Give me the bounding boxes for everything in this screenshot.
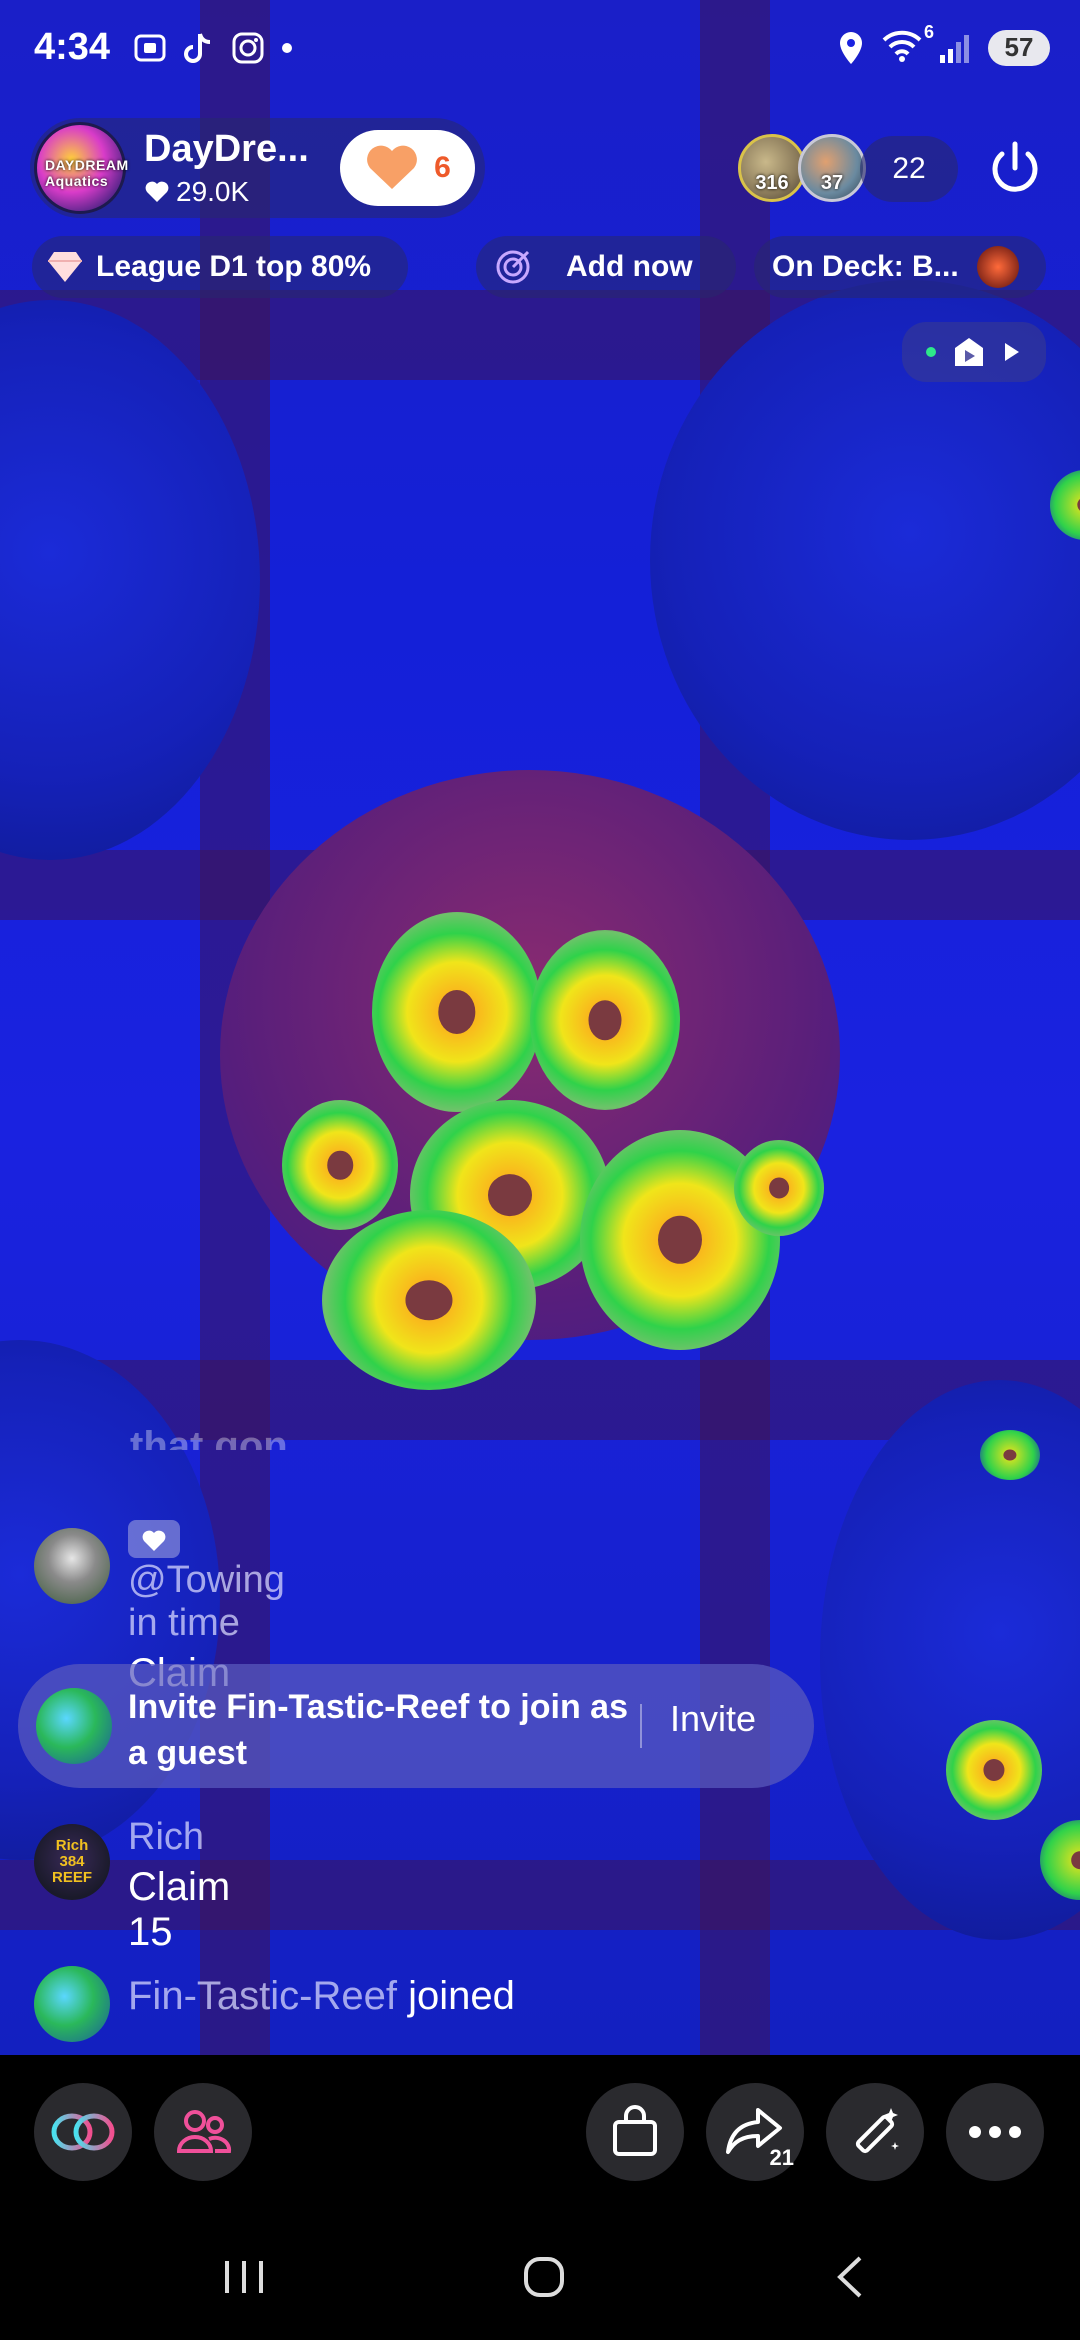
- invite-button[interactable]: Invite: [670, 1698, 756, 1740]
- more-button[interactable]: [946, 2083, 1044, 2181]
- chat-avatar[interactable]: [34, 1528, 110, 1604]
- follow-count: 6: [434, 151, 451, 184]
- magic-wand-icon: [855, 2108, 899, 2154]
- league-label: League D1 top 80%: [96, 250, 372, 283]
- chat-join-notice: Fin-Tastic-Reef joined: [34, 1966, 515, 2042]
- back-button[interactable]: [820, 2247, 880, 2307]
- wifi-indicator: 6: [882, 22, 934, 67]
- guest-avatar: [36, 1688, 112, 1764]
- link-icon: [51, 2113, 115, 2151]
- recent-apps-icon: [225, 2261, 263, 2293]
- viewer-count[interactable]: 22: [860, 136, 958, 202]
- invite-divider: [640, 1704, 642, 1748]
- chat-avatar[interactable]: Rich 384 REEF: [34, 1824, 110, 1900]
- viewer-badge: 316: [755, 172, 789, 194]
- add-now-chip[interactable]: Add now: [476, 236, 736, 298]
- host-avatar-logo: DAYDREAM Aquatics: [45, 157, 129, 189]
- chat-body: Fin-Tastic-Reef joined: [128, 1974, 515, 2019]
- location-icon: [840, 31, 862, 64]
- back-icon: [837, 2256, 862, 2298]
- more-icon: [969, 2126, 1021, 2138]
- heart-icon: [145, 181, 169, 202]
- badge-heart-icon: [128, 1519, 180, 1558]
- video-house-icon: [955, 338, 983, 366]
- add-now-label: Add now: [566, 250, 693, 283]
- chat-avatar[interactable]: [34, 1966, 110, 2042]
- on-deck-thumbnail: [976, 246, 1019, 288]
- league-chip[interactable]: League D1 top 80%: [32, 236, 408, 298]
- signal-icon: [940, 34, 969, 63]
- multi-guest-icon: [176, 2110, 232, 2153]
- faded-chat-text: that gon...: [130, 1424, 322, 1450]
- orange-heart-icon: [367, 145, 418, 189]
- chat-username[interactable]: Rich: [128, 1816, 230, 1859]
- home-icon: [524, 2257, 564, 2297]
- stream-mini-controls[interactable]: [902, 322, 1046, 382]
- host-likes-count: 29.0K: [176, 176, 250, 207]
- host-card[interactable]: DAYDREAM Aquatics DayDre... 29.0K 6: [30, 118, 485, 218]
- shop-bag-icon: [613, 2105, 657, 2156]
- wifi-icon: [882, 30, 922, 62]
- wifi-label: 6: [923, 22, 934, 42]
- screen-record-icon: [134, 34, 166, 62]
- share-count: 21: [769, 2145, 794, 2170]
- tiktok-icon: [184, 33, 211, 63]
- status-icons-right: 6 57: [836, 22, 1050, 67]
- multi-guest-button[interactable]: [154, 2083, 252, 2181]
- green-dot-icon: [926, 347, 936, 357]
- host-name[interactable]: DayDre...: [144, 128, 309, 171]
- zoanthid-polyp: [946, 1720, 1042, 1820]
- zoanthid-polyp: [322, 1210, 536, 1390]
- shop-button[interactable]: [586, 2083, 684, 2181]
- system-nav-bar: [0, 2205, 1080, 2340]
- status-icons-left: [132, 30, 294, 66]
- chat-username[interactable]: @Towing in time: [128, 1559, 285, 1644]
- invite-guest-banner[interactable]: Invite Fin-Tastic-Reef to join as a gues…: [18, 1664, 814, 1788]
- zoanthid-polyp: [372, 912, 542, 1112]
- power-icon[interactable]: [984, 138, 1046, 200]
- magic-wand-button[interactable]: [826, 2083, 924, 2181]
- zoanthid-polyp: [282, 1100, 398, 1230]
- target-icon: [496, 250, 530, 284]
- host-avatar[interactable]: DAYDREAM Aquatics: [34, 122, 129, 214]
- on-deck-label: On Deck: B...: [772, 250, 959, 283]
- battery-icon: 57: [988, 29, 1050, 66]
- diamond-icon: [48, 252, 82, 282]
- live-toolbar: 21: [0, 2055, 1080, 2205]
- play-arrow-icon: [1005, 343, 1019, 361]
- share-button[interactable]: 21: [706, 2083, 804, 2181]
- host-likes: 29.0K: [144, 176, 249, 208]
- follow-heart-button[interactable]: 6: [340, 130, 475, 206]
- chat-username[interactable]: Fin-Tastic-Reef: [128, 1974, 397, 2018]
- home-button[interactable]: [514, 2247, 574, 2307]
- zoanthid-polyp: [734, 1140, 824, 1236]
- chat-message[interactable]: @Towing in time Claim: [34, 1519, 285, 1695]
- top-viewer-avatar[interactable]: 316: [738, 134, 806, 202]
- recent-apps-button[interactable]: [214, 2247, 274, 2307]
- on-deck-chip[interactable]: On Deck: B...: [754, 236, 1046, 298]
- status-bar: 4:34 6 57: [0, 0, 1080, 100]
- chat-body: Rich Claim 15: [128, 1816, 230, 1955]
- link-button[interactable]: [34, 2083, 132, 2181]
- chat-avatar-logo: Rich 384 REEF: [51, 1837, 92, 1886]
- chat-message[interactable]: Rich 384 REEF Rich Claim 15: [34, 1816, 230, 1954]
- dot-icon: [282, 43, 292, 53]
- viewer-badge: 37: [820, 172, 844, 194]
- top-viewer-avatar[interactable]: 37: [798, 134, 866, 202]
- zoanthid-polyp: [530, 930, 680, 1110]
- chat-name-row: @Towing in time: [128, 1516, 285, 1645]
- zoanthid-polyp: [980, 1430, 1040, 1480]
- instagram-icon: [232, 32, 264, 64]
- status-time: 4:34: [34, 26, 111, 68]
- invite-text: Invite Fin-Tastic-Reef to join as a gues…: [128, 1688, 628, 1772]
- chat-join-action: joined: [408, 1974, 515, 2018]
- chat-text: Claim 15: [128, 1865, 231, 1954]
